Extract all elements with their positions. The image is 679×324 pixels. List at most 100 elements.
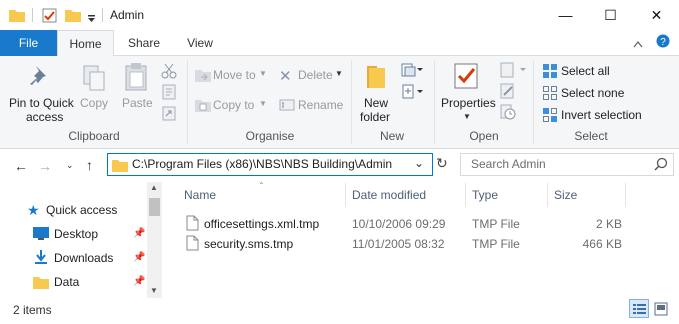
chevron-up-icon[interactable] [633, 37, 643, 51]
column-divider[interactable] [465, 183, 466, 207]
invert-selection-icon [542, 107, 558, 126]
column-divider[interactable] [345, 183, 346, 207]
nav-item-data[interactable]: Data 📌 [30, 273, 146, 291]
address-dropdown-icon[interactable]: ⌄ [414, 156, 424, 170]
column-header-name[interactable]: Name [184, 188, 216, 202]
details-view-icon [633, 304, 646, 314]
forward-arrow-icon[interactable]: → [38, 158, 52, 174]
copy-label: Copy [80, 96, 109, 110]
new-folder-icon[interactable] [65, 8, 81, 25]
divider [32, 8, 33, 22]
select-none-icon [542, 85, 558, 104]
divider [102, 8, 103, 22]
group-separator [187, 60, 188, 144]
select-none-button[interactable]: Select none [540, 84, 672, 102]
customize-toolbar-icon[interactable] [87, 12, 97, 26]
new-folder-button[interactable]: New folder [356, 56, 398, 126]
nav-item-label: Downloads [54, 251, 114, 265]
nav-item-label: Desktop [54, 227, 99, 241]
tab-view[interactable]: View [174, 30, 226, 56]
large-icons-view-icon[interactable] [654, 302, 668, 319]
cut-icon[interactable] [161, 63, 177, 82]
search-input[interactable]: Search Admin [471, 157, 546, 171]
chevron-down-icon: ▼ [335, 69, 343, 78]
up-arrow-icon[interactable]: ↑ [86, 157, 93, 173]
file-name: security.sms.tmp [204, 237, 294, 251]
invert-selection-button[interactable]: Invert selection [540, 106, 675, 124]
file-type: TMP File [472, 237, 520, 251]
column-divider[interactable] [547, 183, 548, 207]
nav-item-desktop[interactable]: Desktop 📌 [30, 225, 146, 243]
copy-button[interactable]: Copy [78, 56, 112, 126]
delete-x-icon: ✕ [279, 68, 292, 85]
pin-icon: 📌 [133, 252, 146, 263]
rename-icon [279, 99, 295, 114]
move-to-icon [195, 68, 211, 85]
column-header-type[interactable]: Type [472, 188, 498, 202]
copy-icon [82, 64, 106, 95]
copy-path-icon[interactable] [161, 84, 177, 103]
nav-item-downloads[interactable]: Downloads 📌 [30, 249, 146, 267]
pin-label-line2: access [26, 110, 64, 124]
new-folder-label-2: folder [360, 110, 391, 124]
tab-file[interactable]: File [0, 30, 57, 56]
open-icon[interactable] [500, 62, 528, 81]
scroll-up-icon[interactable]: ▲ [150, 183, 158, 192]
chevron-down-icon: ▼ [463, 112, 471, 121]
copy-to-button[interactable]: Copy to ▼ [193, 96, 271, 116]
properties-label: Properties [441, 96, 496, 110]
paste-button[interactable]: Paste [116, 56, 156, 126]
column-header-date[interactable]: Date modified [352, 188, 426, 202]
select-all-button[interactable]: Select all [540, 62, 672, 80]
rename-label: Rename [298, 98, 344, 112]
new-folder-large-icon [365, 64, 389, 93]
table-row[interactable]: officesettings.xml.tmp 10/10/2006 09:29 … [182, 213, 642, 233]
back-arrow-icon[interactable]: ← [14, 158, 28, 174]
group-separator [434, 60, 435, 144]
new-item-icon[interactable] [401, 62, 423, 81]
properties-icon [453, 62, 479, 93]
column-divider[interactable] [625, 183, 626, 207]
column-header-size[interactable]: Size [554, 188, 577, 202]
tab-share[interactable]: Share [118, 30, 170, 56]
address-path[interactable]: C:\Program Files (x86)\NBS\NBS Building\… [132, 157, 392, 171]
move-to-button[interactable]: Move to ▼ [193, 66, 271, 86]
move-to-label: Move to [213, 68, 256, 82]
pin-to-quick-access-button[interactable]: Pin to Quick access [4, 56, 76, 126]
details-view-button[interactable] [629, 299, 649, 318]
properties-check-icon[interactable] [42, 8, 58, 27]
sort-chevron-up-icon: ⌃ [258, 181, 265, 190]
search-icon[interactable] [654, 157, 668, 174]
download-icon [34, 249, 48, 268]
nav-item-quick-access[interactable]: ★ Quick access [24, 201, 144, 219]
scroll-down-icon[interactable]: ▼ [150, 286, 158, 295]
minimize-button[interactable]: — [543, 0, 588, 30]
pin-icon: 📌 [133, 276, 146, 287]
tab-home[interactable]: Home [57, 30, 114, 57]
history-icon[interactable] [500, 104, 516, 123]
folder-icon [33, 275, 49, 292]
pin-icon: 📌 [133, 228, 146, 239]
help-icon[interactable]: ? [656, 34, 670, 51]
paste-shortcut-icon[interactable] [161, 105, 177, 124]
delete-label: Delete [298, 68, 333, 82]
folder-icon[interactable] [9, 8, 25, 25]
file-date: 11/01/2005 08:32 [352, 237, 445, 251]
open-group-label: Open [469, 129, 499, 143]
file-size: 466 KB [582, 237, 622, 251]
edit-icon[interactable] [500, 83, 516, 102]
ribbon-tabs: File Home Share View ? [0, 30, 679, 57]
close-button[interactable]: ✕ [634, 0, 679, 30]
recent-locations-chevron-icon[interactable]: ⌄ [66, 160, 74, 171]
delete-button[interactable]: ✕ Delete ▼ [277, 66, 345, 86]
easy-access-icon[interactable] [401, 84, 423, 103]
copy-to-label: Copy to [213, 98, 255, 112]
file-icon [186, 235, 199, 254]
folder-icon [112, 158, 128, 175]
scrollbar-thumb[interactable] [149, 198, 160, 216]
rename-button[interactable]: Rename [277, 96, 345, 116]
maximize-button[interactable]: ☐ [588, 0, 633, 30]
refresh-icon[interactable]: ↻ [436, 155, 448, 172]
properties-button[interactable]: Properties ▼ [439, 56, 497, 126]
table-row[interactable]: security.sms.tmp 11/01/2005 08:32 TMP Fi… [182, 233, 642, 253]
